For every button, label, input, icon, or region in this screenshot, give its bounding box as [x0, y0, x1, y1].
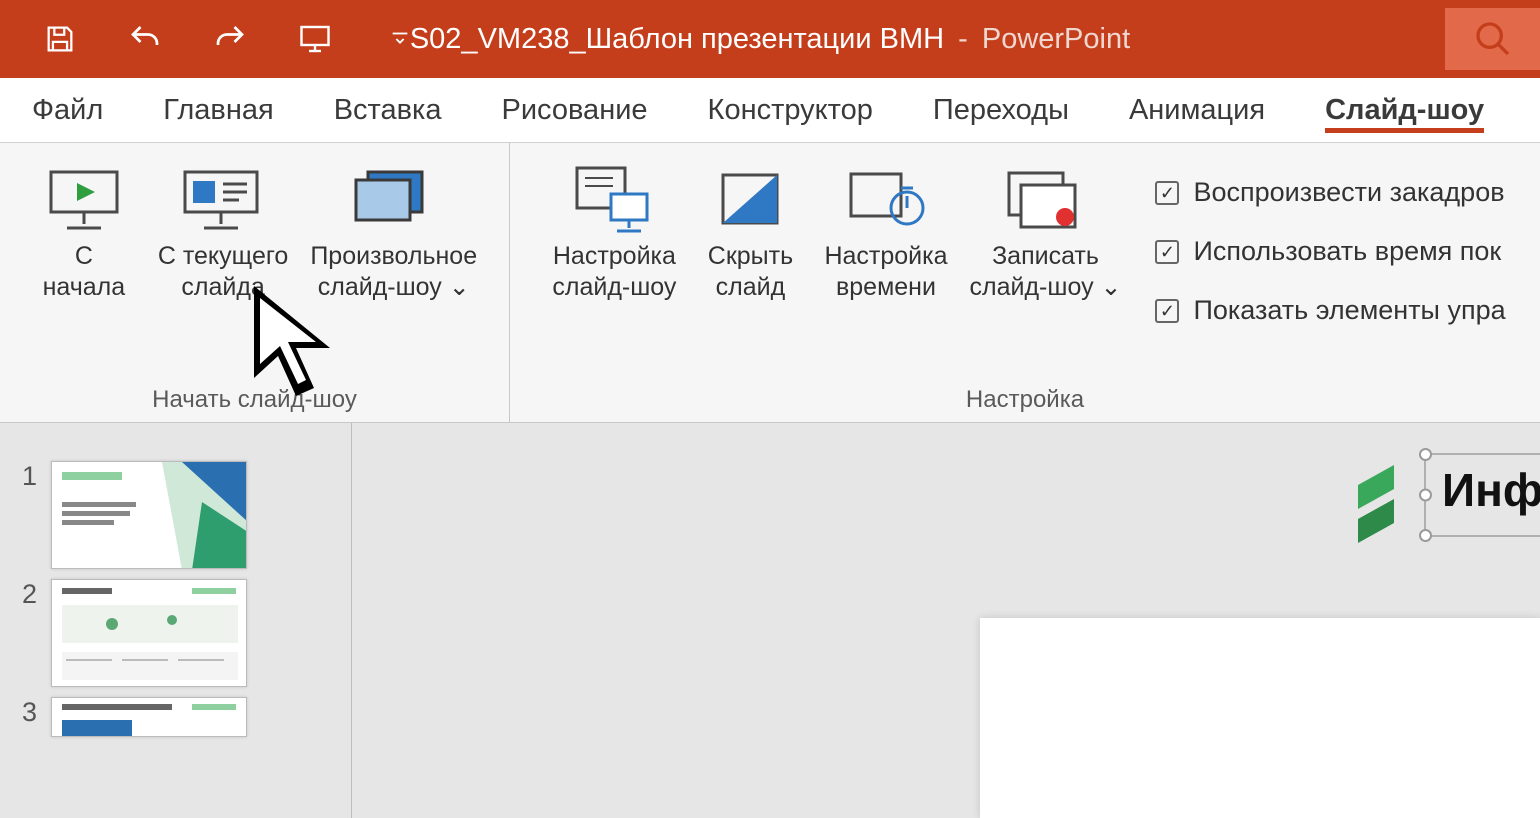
checkbox-icon: ✓ [1155, 181, 1179, 205]
tab-file[interactable]: Файл [32, 88, 103, 133]
slide-thumbnail-2[interactable] [51, 579, 247, 687]
title-separator: - [958, 23, 976, 55]
record-slideshow-label: Записать слайд-шоу ⌄ [970, 241, 1122, 304]
check-timings[interactable]: ✓ Использовать время пок [1155, 236, 1505, 267]
tab-home[interactable]: Главная [163, 88, 273, 133]
ribbon: С начала С текущего слайда [0, 143, 1540, 423]
thumb-row-3[interactable]: 3 [0, 687, 351, 737]
document-name: S02_VM238_Шаблон презентации ВМН [410, 23, 944, 55]
slide-editor[interactable]: Инфографика [352, 423, 1540, 818]
check-controls-label: Показать элементы упра [1193, 295, 1505, 326]
from-current-button[interactable]: С текущего слайда [150, 157, 296, 382]
thumb-row-2[interactable]: 2 [0, 569, 351, 687]
resize-handle-sw[interactable] [1419, 529, 1432, 542]
slide-thumbnail-1[interactable] [51, 461, 247, 569]
quick-access-toolbar [0, 19, 420, 59]
hide-slide-label: Скрыть слайд [708, 241, 793, 304]
tab-animations[interactable]: Анимация [1129, 88, 1265, 133]
logo-shape [1358, 465, 1420, 555]
record-slideshow-icon [1001, 157, 1089, 241]
ribbon-tabs: Файл Главная Вставка Рисование Конструкт… [0, 78, 1540, 143]
check-controls[interactable]: ✓ Показать элементы упра [1155, 295, 1505, 326]
search-button[interactable] [1445, 8, 1540, 70]
slide-canvas[interactable] [980, 618, 1540, 818]
settings-checkboxes: ✓ Воспроизвести закадров ✓ Использовать … [1135, 157, 1505, 382]
group-start-label: Начать слайд-шоу [152, 382, 357, 416]
text-box-selection[interactable]: Инфографика [1424, 453, 1540, 537]
custom-slideshow-icon [346, 157, 442, 241]
thumb-number: 3 [22, 697, 37, 728]
custom-slideshow-button[interactable]: Произвольное слайд-шоу ⌄ [302, 157, 485, 382]
checkbox-icon: ✓ [1155, 299, 1179, 323]
redo-button[interactable] [210, 19, 250, 59]
tab-design[interactable]: Конструктор [708, 88, 873, 133]
record-slideshow-button[interactable]: Записать слайд-шоу ⌄ [962, 157, 1130, 382]
tab-slideshow[interactable]: Слайд-шоу [1325, 88, 1484, 133]
check-narration[interactable]: ✓ Воспроизвести закадров [1155, 177, 1505, 208]
window-title: S02_VM238_Шаблон презентации ВМН - Power… [410, 23, 1130, 56]
start-slideshow-button[interactable] [295, 19, 335, 59]
check-narration-label: Воспроизвести закадров [1193, 177, 1504, 208]
hide-slide-icon [715, 157, 785, 241]
setup-slideshow-icon [571, 157, 657, 241]
tab-transitions[interactable]: Переходы [933, 88, 1069, 133]
thumb-row-1[interactable]: 1 [0, 451, 351, 569]
rehearse-timings-button[interactable]: Настройка времени [816, 157, 955, 382]
title-bar: S02_VM238_Шаблон презентации ВМН - Power… [0, 0, 1540, 78]
undo-button[interactable] [125, 19, 165, 59]
hide-slide-button[interactable]: Скрыть слайд [690, 157, 810, 382]
tab-draw[interactable]: Рисование [501, 88, 647, 133]
from-current-label: С текущего слайда [158, 241, 288, 304]
thumb-number: 2 [22, 579, 37, 610]
from-beginning-label: С начала [43, 241, 126, 304]
setup-slideshow-label: Настройка слайд-шоу [552, 241, 676, 304]
thumb-number: 1 [22, 461, 37, 492]
setup-slideshow-button[interactable]: Настройка слайд-шоу [544, 157, 684, 382]
from-current-icon [179, 157, 267, 241]
checkbox-icon: ✓ [1155, 240, 1179, 264]
from-beginning-icon [45, 157, 123, 241]
custom-slideshow-label: Произвольное слайд-шоу ⌄ [310, 241, 477, 304]
slide-thumbnail-3[interactable] [51, 697, 247, 737]
group-settings: Настройка слайд-шоу Скрыть слайд [510, 143, 1540, 422]
slide-thumbnail-panel[interactable]: 1 2 [0, 423, 352, 818]
group-start-slideshow: С начала С текущего слайда [0, 143, 510, 422]
infographic-title[interactable]: Инфографика [1442, 463, 1540, 517]
workspace: 1 2 [0, 423, 1540, 818]
resize-handle-w[interactable] [1419, 489, 1432, 502]
app-name: PowerPoint [982, 23, 1130, 55]
check-timings-label: Использовать время пок [1193, 236, 1501, 267]
resize-handle-nw[interactable] [1419, 448, 1432, 461]
save-button[interactable] [40, 19, 80, 59]
rehearse-timings-label: Настройка времени [824, 241, 947, 304]
group-settings-label: Настройка [966, 382, 1084, 416]
tab-insert[interactable]: Вставка [334, 88, 442, 133]
from-beginning-button[interactable]: С начала [24, 157, 144, 382]
rehearse-timings-icon [845, 157, 927, 241]
